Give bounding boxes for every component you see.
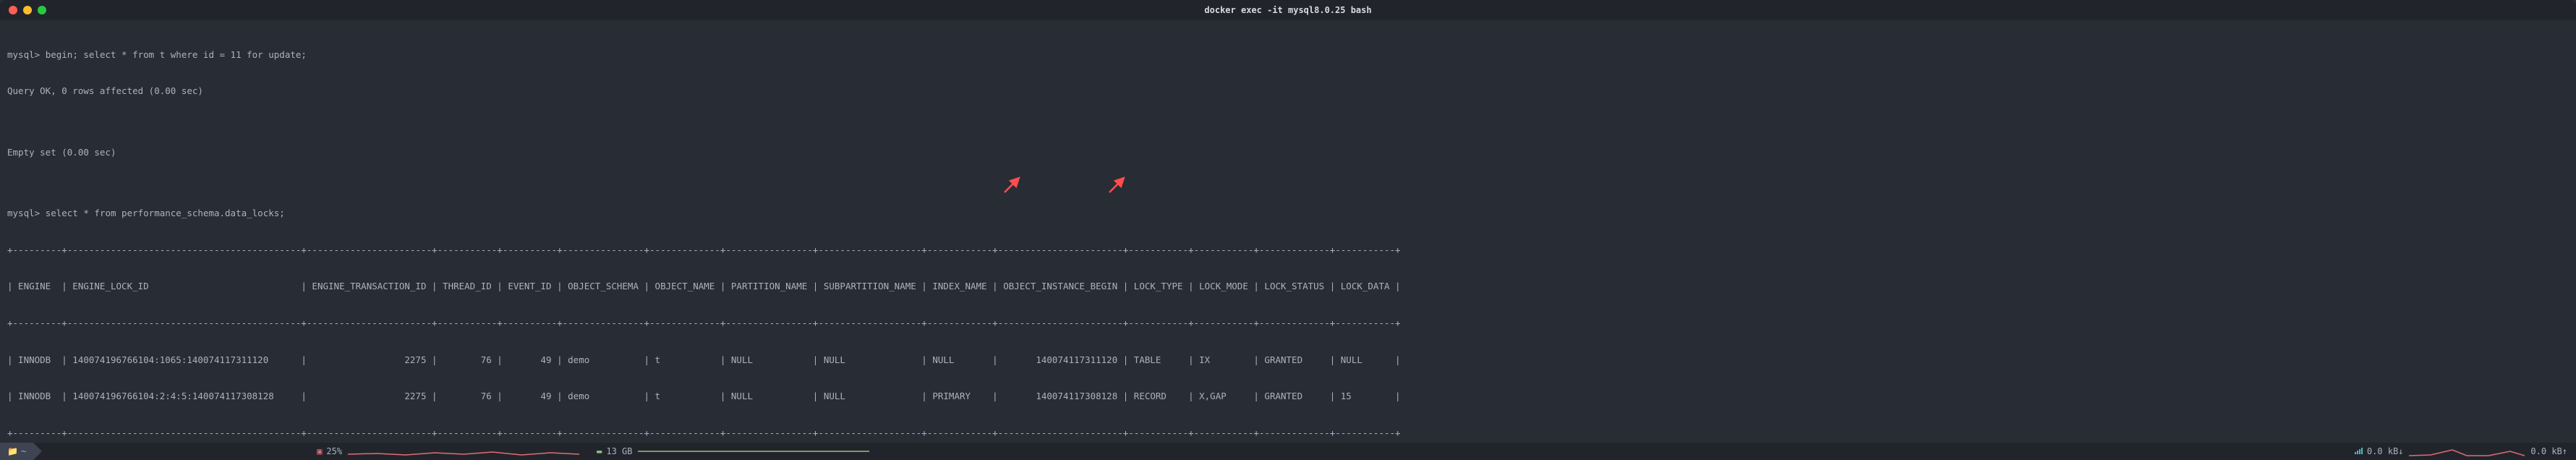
- line-cmd2: mysql> select * from performance_schema.…: [7, 208, 2569, 220]
- cpu-sparkline-icon: [348, 446, 579, 457]
- status-cpu: ▣ 25%: [308, 443, 588, 460]
- net-down-label: 0.0 kB↓: [2367, 446, 2404, 457]
- status-left-label: ~: [21, 446, 26, 457]
- line-div-mid: +---------+-----------------------------…: [7, 318, 2569, 330]
- cmd2-text: select * from performance_schema.data_lo…: [46, 208, 285, 218]
- mem-sparkline-icon: [638, 446, 869, 457]
- net-down-icon: [2354, 448, 2364, 455]
- cpu-label: 25%: [326, 446, 342, 457]
- memory-label: 13 GB: [606, 446, 632, 457]
- statusbar: 📁 ~ ▣ 25% ▬ 13 GB 0.0 kB↓ 0.0 kB↑: [0, 443, 2576, 460]
- line-div-bot: +---------+-----------------------------…: [7, 427, 2569, 440]
- folder-icon: 📁: [7, 446, 18, 457]
- line-res2: Empty set (0.00 sec): [7, 147, 2569, 159]
- line-row2: | INNODB | 140074196766104:2:4:5:1400741…: [7, 391, 2569, 403]
- annotation-arrow-icon: [969, 161, 991, 183]
- status-left-segment[interactable]: 📁 ~: [0, 443, 33, 460]
- status-mem: ▬ 13 GB: [588, 443, 878, 460]
- cpu-icon: ▣: [317, 446, 322, 457]
- window-title: docker exec -it mysql8.0.25 bash: [1204, 4, 1371, 16]
- net-sparkline-icon: [2409, 446, 2525, 457]
- net-up-label: 0.0 kB↑: [2530, 446, 2567, 457]
- minimize-icon[interactable]: [23, 6, 32, 14]
- memory-icon: ▬: [597, 446, 602, 457]
- status-net: 0.0 kB↓ 0.0 kB↑: [2354, 446, 2576, 457]
- window-controls: [0, 6, 46, 14]
- line-row1: | INNODB | 140074196766104:1065:14007411…: [7, 354, 2569, 367]
- prompt: mysql>: [7, 208, 40, 218]
- close-icon[interactable]: [9, 6, 17, 14]
- line-res1: Query OK, 0 rows affected (0.00 sec): [7, 85, 2569, 98]
- terminal[interactable]: mysql> begin; select * from t where id =…: [0, 20, 2576, 443]
- line-header: | ENGINE | ENGINE_LOCK_ID | ENGINE_TRANS…: [7, 281, 2569, 293]
- cmd1-text: begin; select * from t where id = 11 for…: [46, 49, 307, 60]
- titlebar: docker exec -it mysql8.0.25 bash: [0, 0, 2576, 20]
- annotation-arrow-icon: [1074, 161, 1096, 183]
- zoom-icon[interactable]: [38, 6, 46, 14]
- prompt: mysql>: [7, 49, 40, 60]
- line-div-top: +---------+-----------------------------…: [7, 244, 2569, 257]
- line-cmd1: mysql> begin; select * from t where id =…: [7, 49, 2569, 61]
